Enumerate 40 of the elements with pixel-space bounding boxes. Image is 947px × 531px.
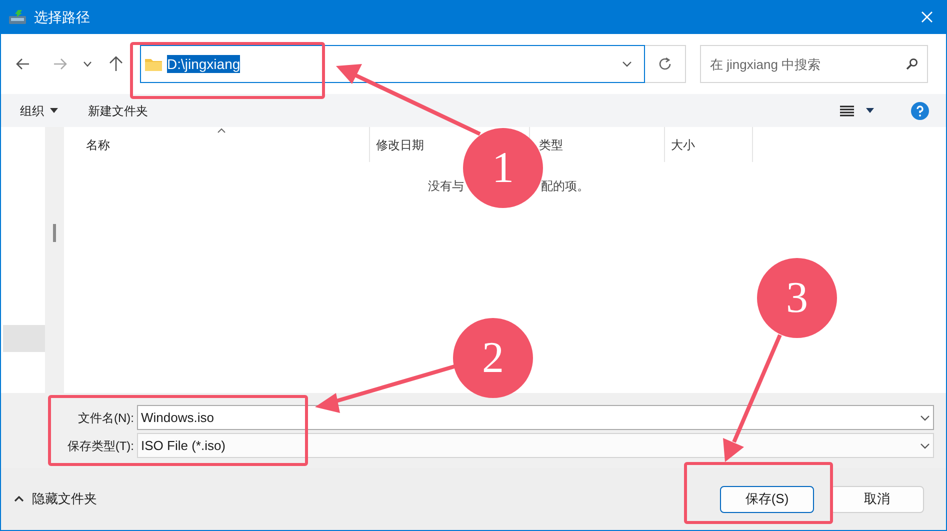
caret-icon xyxy=(50,108,58,113)
refresh-icon xyxy=(658,57,672,71)
scrollbar-thumb[interactable] xyxy=(53,224,56,242)
search-icon xyxy=(906,58,918,70)
view-list-icon[interactable] xyxy=(840,104,854,116)
sort-caret-icon xyxy=(216,128,226,133)
chevron-down-icon[interactable] xyxy=(622,61,632,67)
column-header[interactable]: 名称 xyxy=(86,136,110,154)
new-folder-button[interactable]: 新建文件夹 xyxy=(88,102,148,120)
column-header[interactable]: 修改日期 xyxy=(376,136,424,154)
chevron-up-icon xyxy=(14,496,24,502)
help-icon[interactable] xyxy=(911,102,929,120)
chevron-down-icon[interactable] xyxy=(920,442,930,448)
up-arrow-icon[interactable] xyxy=(109,56,123,72)
caret-icon[interactable] xyxy=(866,108,874,113)
chevron-down-icon[interactable] xyxy=(920,415,930,421)
empty-message: 没有与 xyxy=(428,178,464,195)
search-field[interactable]: 在 jingxiang 中搜索 xyxy=(700,45,928,83)
save-type-label: 保存类型(T): xyxy=(66,438,135,454)
window-title: 选择路径 xyxy=(34,8,90,26)
hide-folders-toggle[interactable]: 隐藏文件夹 xyxy=(14,489,97,509)
address-text: D:\jingxiang xyxy=(167,55,240,73)
number-badge: 2 xyxy=(453,318,533,398)
drive-icon xyxy=(9,10,26,24)
empty-message: 配的项。 xyxy=(541,178,589,195)
back-arrow-icon[interactable] xyxy=(16,58,30,70)
save-button[interactable]: 保存(S) xyxy=(720,486,814,512)
scrollbar[interactable] xyxy=(45,127,64,393)
number-badge: 3 xyxy=(757,258,837,338)
cancel-button[interactable]: 取消 xyxy=(830,486,924,512)
refresh-button[interactable] xyxy=(645,45,686,83)
folder-icon xyxy=(145,58,162,70)
file-name-label: 文件名(N): xyxy=(77,410,135,426)
address-field[interactable]: D:\jingxiang xyxy=(140,45,645,83)
save-type-dropdown[interactable]: ISO File (*.iso) xyxy=(137,433,934,458)
file-name-field[interactable]: Windows.iso xyxy=(137,405,934,430)
chevron-down-icon[interactable] xyxy=(83,61,92,67)
close-icon[interactable] xyxy=(921,11,933,23)
organize-menu[interactable]: 组织 xyxy=(20,102,58,120)
column-header[interactable]: 大小 xyxy=(671,136,695,154)
